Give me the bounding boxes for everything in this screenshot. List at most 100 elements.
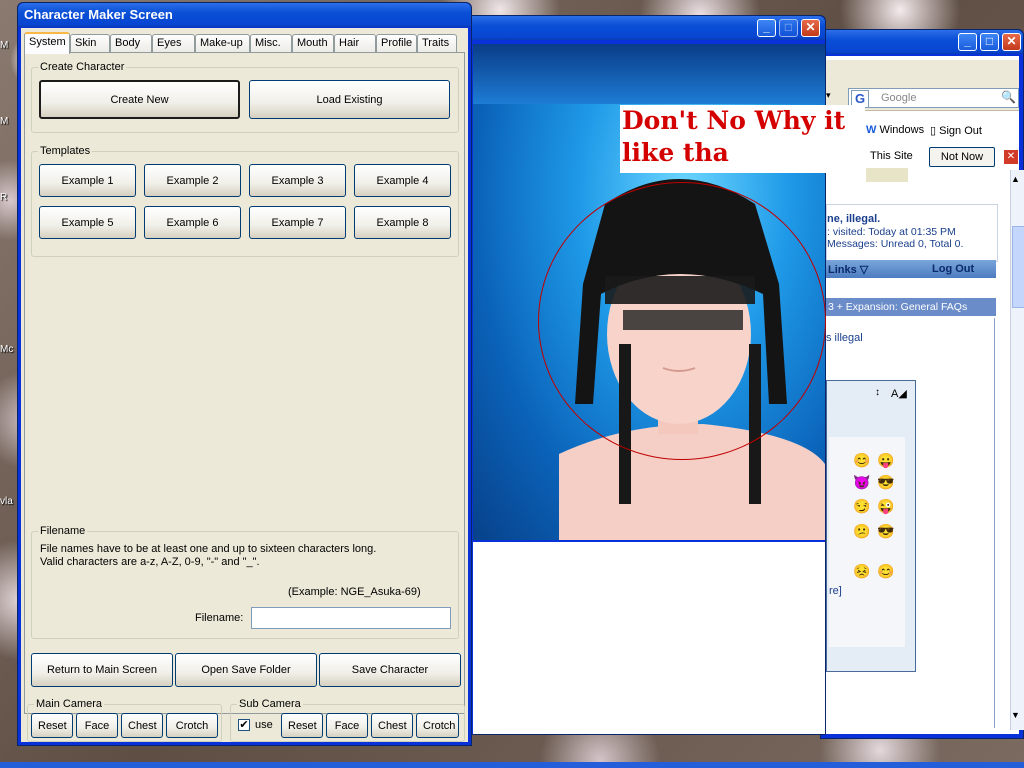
create-new-button[interactable]: Create New: [39, 80, 240, 119]
filename-input[interactable]: [251, 607, 451, 629]
main-camera-reset-button[interactable]: Reset: [31, 713, 73, 738]
close-bar-icon[interactable]: ✕: [1004, 150, 1018, 164]
windows-link[interactable]: W Windows: [866, 124, 924, 136]
dropdown-arrow-icon[interactable]: ▾: [826, 90, 831, 101]
more-smilies-link[interactable]: re]: [829, 585, 842, 597]
sort-icon[interactable]: ↕: [875, 387, 880, 398]
template-example-1-button[interactable]: Example 1: [39, 164, 136, 197]
tab-mouth[interactable]: Mouth: [292, 34, 334, 52]
filename-label: Filename:: [195, 612, 244, 624]
maximize-icon: □: [779, 19, 798, 37]
sub-camera-use-checkbox[interactable]: ✔: [238, 719, 250, 731]
maximize-icon[interactable]: □: [980, 33, 999, 51]
maker-body: System Skin Body Eyes Make-up Misc. Mout…: [21, 28, 468, 742]
search-icon[interactable]: 🔍: [1001, 90, 1016, 104]
smiley-icon[interactable]: 😣: [853, 563, 870, 580]
open-save-folder-button[interactable]: Open Save Folder: [175, 653, 317, 687]
scroll-up-icon[interactable]: ▲: [1011, 174, 1020, 184]
minimize-icon[interactable]: _: [757, 19, 776, 37]
sub-camera-group: Sub Camera ✔ use Reset Face Chest Crotch: [230, 698, 465, 742]
tab-traits[interactable]: Traits: [417, 34, 457, 52]
tab-profile[interactable]: Profile: [376, 34, 417, 52]
forum-nav-bar: Links ▽ Log Out: [826, 260, 996, 278]
template-example-4-button[interactable]: Example 4: [354, 164, 451, 197]
smiley-icon[interactable]: 😊: [853, 452, 870, 469]
template-example-5-button[interactable]: Example 5: [39, 206, 136, 239]
main-camera-label: Main Camera: [34, 698, 105, 710]
smiley-icon[interactable]: 😎: [877, 474, 894, 491]
links-menu[interactable]: Links ▽: [828, 263, 868, 276]
smiley-icon[interactable]: 😜: [877, 498, 894, 515]
close-icon[interactable]: ✕: [801, 19, 820, 37]
main-camera-crotch-button[interactable]: Crotch: [166, 713, 218, 738]
template-example-3-button[interactable]: Example 3: [249, 164, 346, 197]
breadcrumb[interactable]: 3 + Expansion: General FAQs: [828, 301, 967, 313]
smiley-icon[interactable]: 😏: [853, 498, 870, 515]
smiley-icon[interactable]: 😕: [853, 523, 870, 540]
taskbar: [0, 762, 1024, 768]
minimize-icon[interactable]: _: [958, 33, 977, 51]
google-search-input[interactable]: G Google 🔍: [848, 88, 1019, 108]
signout-link[interactable]: ▯ Sign Out: [930, 124, 982, 137]
filename-group-label: Filename: [38, 525, 88, 537]
sub-camera-face-button[interactable]: Face: [326, 713, 368, 738]
sub-camera-label: Sub Camera: [237, 698, 303, 710]
scroll-down-icon[interactable]: ▼: [1011, 710, 1020, 720]
scrollbar-thumb[interactable]: [1012, 226, 1024, 308]
this-site-button[interactable]: This Site: [870, 150, 913, 162]
desktop-icon-label[interactable]: M: [0, 116, 8, 127]
smiley-icon[interactable]: 😛: [877, 452, 894, 469]
system-tab-panel: Create Character Create New Load Existin…: [24, 52, 465, 714]
browser-scrollbar[interactable]: ▲ ▼: [1010, 170, 1024, 730]
page-icon: ▯: [930, 125, 937, 137]
annotation-circle: [538, 182, 826, 460]
main-camera-chest-button[interactable]: Chest: [121, 713, 163, 738]
logout-link[interactable]: Log Out: [932, 263, 974, 275]
annotation-line-2: like tha: [622, 138, 729, 167]
tab-skin[interactable]: Skin: [70, 34, 110, 52]
chevron-down-icon: ▽: [859, 264, 869, 276]
main-camera-face-button[interactable]: Face: [76, 713, 118, 738]
templates-label: Templates: [38, 145, 93, 157]
tab-hair[interactable]: Hair: [334, 34, 376, 52]
load-existing-button[interactable]: Load Existing: [249, 80, 450, 119]
tab-misc[interactable]: Misc.: [250, 34, 292, 52]
font-size-icon[interactable]: A◢: [891, 387, 907, 400]
return-main-screen-button[interactable]: Return to Main Screen: [31, 653, 173, 687]
browser-title-bar[interactable]: _ □ ✕: [821, 30, 1023, 54]
desktop-icon-label[interactable]: vla: [0, 496, 13, 507]
forum-main: s illegal ↕ A◢ 😊 😛 😈 😎 😏 😜 😕 😎 😣 😊 re]: [826, 318, 995, 728]
tab-system[interactable]: System: [24, 32, 70, 54]
annotation-line-1: Don't No Why it: [622, 106, 846, 135]
filename-help-line-1: File names have to be at least one and u…: [40, 543, 377, 555]
desktop-icon-label[interactable]: Mc: [0, 344, 13, 355]
smiley-icon[interactable]: 😎: [877, 523, 894, 540]
save-character-button[interactable]: Save Character: [319, 653, 461, 687]
not-now-button[interactable]: Not Now: [929, 147, 995, 167]
desktop-icon-label[interactable]: M: [0, 40, 8, 51]
google-placeholder: Google: [881, 92, 917, 104]
smilies-grid: 😊 😛 😈 😎 😏 😜 😕 😎 😣 😊 re]: [829, 437, 905, 647]
sub-camera-chest-button[interactable]: Chest: [371, 713, 413, 738]
tab-body[interactable]: Body: [110, 34, 152, 52]
messages-count[interactable]: Messages: Unread 0, Total 0.: [827, 238, 963, 250]
create-character-label: Create Character: [38, 61, 127, 73]
tab-make-up[interactable]: Make-up: [195, 34, 250, 52]
template-example-6-button[interactable]: Example 6: [144, 206, 241, 239]
smiley-icon[interactable]: 😊: [877, 563, 894, 580]
sidebar-user[interactable]: s illegal: [826, 332, 863, 344]
create-character-group: Create Character Create New Load Existin…: [31, 61, 459, 133]
template-example-2-button[interactable]: Example 2: [144, 164, 241, 197]
maker-title-bar[interactable]: Character Maker Screen: [18, 3, 471, 27]
desktop-icon-label[interactable]: R: [0, 192, 7, 203]
close-icon[interactable]: ✕: [1002, 33, 1021, 51]
windows-icon: W: [866, 124, 877, 136]
sub-camera-reset-button[interactable]: Reset: [281, 713, 323, 738]
render-title-bar[interactable]: _ □ ✕: [459, 16, 825, 40]
template-example-7-button[interactable]: Example 7: [249, 206, 346, 239]
character-maker-window: Character Maker Screen System Skin Body …: [17, 2, 472, 746]
sub-camera-crotch-button[interactable]: Crotch: [416, 713, 459, 738]
tab-eyes[interactable]: Eyes: [152, 34, 195, 52]
smiley-icon[interactable]: 😈: [853, 474, 870, 491]
template-example-8-button[interactable]: Example 8: [354, 206, 451, 239]
